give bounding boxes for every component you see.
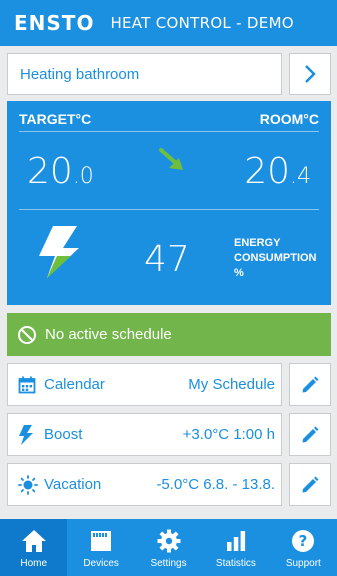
- device-name: Heating bathroom: [20, 65, 140, 83]
- nav-settings-label: Settings: [150, 558, 187, 569]
- pencil-icon: [302, 376, 319, 392]
- bottom-navigation: Home Devices Settings Statistics ? Suppo…: [0, 519, 337, 576]
- gear-icon: [157, 528, 181, 554]
- devices-icon: [90, 528, 112, 554]
- nav-home-label: Home: [20, 558, 48, 569]
- pencil-icon: [302, 476, 319, 492]
- calendar-value: My Schedule: [188, 376, 275, 393]
- vacation-row[interactable]: Vacation -5.0°C 6.8. - 13.8.: [7, 463, 282, 506]
- nav-home[interactable]: Home: [0, 519, 68, 576]
- no-schedule-icon: [17, 325, 37, 345]
- edit-vacation-button[interactable]: [289, 463, 331, 506]
- nav-support-label: Support: [285, 558, 321, 569]
- nav-statistics-label: Statistics: [215, 558, 256, 569]
- edit-boost-button[interactable]: [289, 413, 331, 456]
- vacation-label: Vacation: [44, 476, 102, 493]
- energy-label-line1: ENERGY: [234, 237, 281, 249]
- thermostat-panel: TARGET°C ROOM°C 20.0 20.4 47 ENERGY CONS…: [7, 101, 331, 305]
- nav-settings[interactable]: Settings: [135, 519, 202, 576]
- calendar-label: Calendar: [44, 376, 105, 393]
- energy-label-line2: CONSUMPTION: [234, 252, 317, 264]
- help-icon: ?: [291, 528, 315, 554]
- chevron-right-icon: [305, 65, 316, 83]
- calendar-icon: [18, 376, 42, 394]
- schedule-status-bar: No active schedule: [7, 313, 331, 356]
- schedule-status-text: No active schedule: [45, 326, 172, 343]
- lightning-bolt-icon: [39, 226, 79, 278]
- ensto-logo: ENSTO: [14, 11, 95, 35]
- bar-chart-icon: [225, 528, 247, 554]
- panel-divider: [19, 209, 319, 210]
- nav-support[interactable]: ? Support: [270, 519, 337, 576]
- edit-calendar-button[interactable]: [289, 363, 331, 406]
- target-temperature[interactable]: 20.0: [27, 151, 94, 192]
- nav-statistics[interactable]: Statistics: [202, 519, 269, 576]
- boost-bolt-icon: [18, 424, 42, 445]
- sun-icon: [18, 474, 42, 495]
- room-temp-label: ROOM°C: [259, 111, 319, 127]
- boost-row[interactable]: Boost +3.0°C 1:00 h: [7, 413, 282, 456]
- target-temp-integer: 20: [27, 151, 73, 192]
- energy-unit: %: [234, 267, 244, 279]
- nav-devices-label: Devices: [83, 558, 119, 569]
- panel-divider: [19, 131, 319, 132]
- vacation-value: -5.0°C 6.8. - 13.8.: [156, 476, 275, 493]
- room-temperature: 20.4: [244, 151, 311, 192]
- temperature-trend-arrow-icon: [159, 148, 183, 170]
- boost-label: Boost: [44, 426, 83, 443]
- app-title: HEAT CONTROL - DEMO: [110, 14, 294, 32]
- target-temp-label: TARGET°C: [19, 111, 92, 127]
- nav-devices[interactable]: Devices: [67, 519, 134, 576]
- device-selector[interactable]: Heating bathroom: [7, 53, 282, 95]
- pencil-icon: [302, 426, 319, 442]
- app-header: ENSTO HEAT CONTROL - DEMO: [0, 0, 337, 46]
- room-temp-decimal: .4: [290, 164, 311, 189]
- energy-consumption-value: 47: [144, 239, 190, 280]
- room-temp-integer: 20: [244, 151, 290, 192]
- svg-text:?: ?: [299, 532, 308, 550]
- next-device-button[interactable]: [289, 53, 331, 95]
- boost-value: +3.0°C 1:00 h: [182, 426, 275, 443]
- calendar-row[interactable]: Calendar My Schedule: [7, 363, 282, 406]
- target-temp-decimal: .0: [72, 164, 94, 189]
- energy-consumption-label: ENERGY CONSUMPTION %: [234, 236, 326, 281]
- home-icon: [21, 528, 47, 554]
